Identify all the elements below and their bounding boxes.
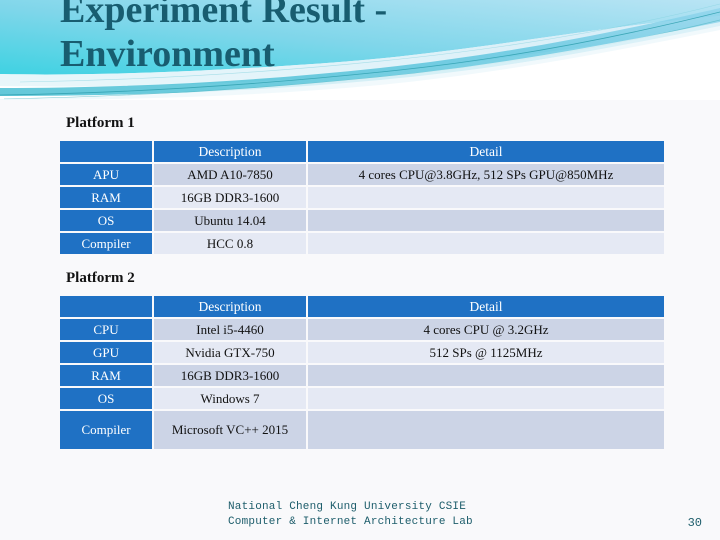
column-header-blank xyxy=(60,141,152,162)
platform1-table-body: APU AMD A10-7850 4 cores CPU@3.8GHz, 512… xyxy=(60,164,664,254)
platform1-table-head: Description Detail xyxy=(60,141,664,162)
page-number: 30 xyxy=(687,516,702,530)
table-row: Compiler Microsoft VC++ 2015 xyxy=(60,411,664,449)
platform1-table: Description Detail APU AMD A10-7850 4 co… xyxy=(58,139,666,256)
platform1-caption: Platform 1 xyxy=(66,115,135,131)
row-detail xyxy=(308,411,664,449)
column-header-description: Description xyxy=(154,141,306,162)
slide-footer: National Cheng Kung University CSIE Comp… xyxy=(0,498,720,540)
table-row: OS Windows 7 xyxy=(60,388,664,409)
column-header-description: Description xyxy=(154,296,306,317)
row-description: 16GB DDR3-1600 xyxy=(154,365,306,386)
row-label-os: OS xyxy=(60,388,152,409)
row-label-os: OS xyxy=(60,210,152,231)
table-header-row: Description Detail xyxy=(60,296,664,317)
row-label-cpu: CPU xyxy=(60,319,152,340)
footer-affiliation: National Cheng Kung University CSIE Comp… xyxy=(228,501,473,528)
column-header-detail: Detail xyxy=(308,141,664,162)
slide: Experiment Result - Environment Platform… xyxy=(0,0,720,540)
column-header-blank xyxy=(60,296,152,317)
row-description: Ubuntu 14.04 xyxy=(154,210,306,231)
row-label-gpu: GPU xyxy=(60,342,152,363)
row-detail xyxy=(308,187,664,208)
row-description: HCC 0.8 xyxy=(154,233,306,254)
platform2-table: Description Detail CPU Intel i5-4460 4 c… xyxy=(58,294,666,451)
row-label-ram: RAM xyxy=(60,187,152,208)
row-detail: 4 cores CPU @ 3.2GHz xyxy=(308,319,664,340)
row-detail: 512 SPs @ 1125MHz xyxy=(308,342,664,363)
row-description: Intel i5-4460 xyxy=(154,319,306,340)
row-detail xyxy=(308,233,664,254)
row-label-compiler: Compiler xyxy=(60,233,152,254)
platform2-caption: Platform 2 xyxy=(66,270,135,286)
row-description: Nvidia GTX-750 xyxy=(154,342,306,363)
row-detail: 4 cores CPU@3.8GHz, 512 SPs GPU@850MHz xyxy=(308,164,664,185)
table-row: CPU Intel i5-4460 4 cores CPU @ 3.2GHz xyxy=(60,319,664,340)
row-description: AMD A10-7850 xyxy=(154,164,306,185)
row-description: Microsoft VC++ 2015 xyxy=(154,411,306,449)
table-row: Compiler HCC 0.8 xyxy=(60,233,664,254)
table-row: RAM 16GB DDR3-1600 xyxy=(60,365,664,386)
row-detail xyxy=(308,365,664,386)
page-title: Experiment Result - Environment xyxy=(60,0,388,75)
platform2-table-body: CPU Intel i5-4460 4 cores CPU @ 3.2GHz G… xyxy=(60,319,664,449)
row-detail xyxy=(308,210,664,231)
row-detail xyxy=(308,388,664,409)
table-header-row: Description Detail xyxy=(60,141,664,162)
row-label-ram: RAM xyxy=(60,365,152,386)
platform2-table-head: Description Detail xyxy=(60,296,664,317)
row-description: 16GB DDR3-1600 xyxy=(154,187,306,208)
column-header-detail: Detail xyxy=(308,296,664,317)
row-label-apu: APU xyxy=(60,164,152,185)
table-row: APU AMD A10-7850 4 cores CPU@3.8GHz, 512… xyxy=(60,164,664,185)
table-row: GPU Nvidia GTX-750 512 SPs @ 1125MHz xyxy=(60,342,664,363)
row-label-compiler: Compiler xyxy=(60,411,152,449)
table-row: OS Ubuntu 14.04 xyxy=(60,210,664,231)
row-description: Windows 7 xyxy=(154,388,306,409)
table-row: RAM 16GB DDR3-1600 xyxy=(60,187,664,208)
